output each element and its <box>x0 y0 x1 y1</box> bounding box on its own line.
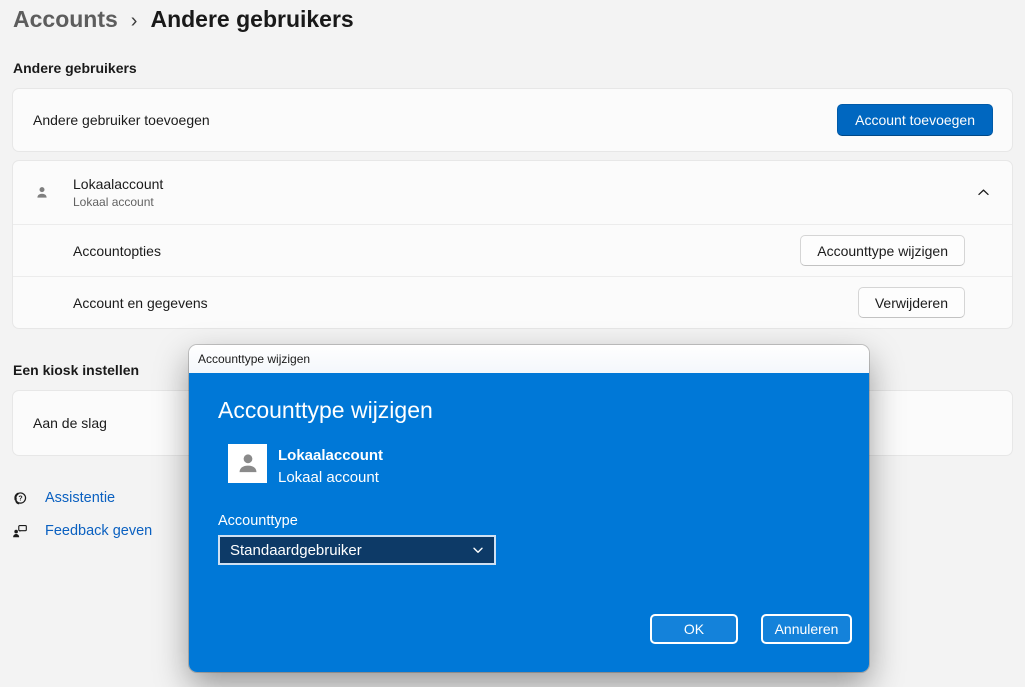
dialog-account-name: Lokaalaccount <box>278 447 384 464</box>
section-header-kiosk: Een kiosk instellen <box>13 362 140 378</box>
account-type-field-label: Accounttype <box>218 513 298 529</box>
remove-account-button[interactable]: Verwijderen <box>857 287 965 318</box>
account-data-label: Account en gegevens <box>73 294 208 311</box>
account-type-dropdown[interactable]: Standaardgebruiker <box>218 535 496 565</box>
account-name: Lokaalaccount <box>73 176 164 192</box>
svg-text:?: ? <box>18 495 22 502</box>
breadcrumb-separator-icon: › <box>130 9 138 32</box>
give-feedback-link[interactable]: Feedback geven <box>12 523 152 539</box>
avatar-person-icon <box>239 453 256 472</box>
breadcrumb-accounts[interactable]: Accounts <box>13 6 118 33</box>
account-subtitle: Lokaal account <box>73 195 154 209</box>
dialog-body: Accounttype wijzigen Lokaalaccount Lokaa… <box>189 373 869 672</box>
dialog-heading: Accounttype wijzigen <box>218 397 433 423</box>
give-feedback-label: Feedback geven <box>45 523 153 539</box>
section-header-other-users: Andere gebruikers <box>13 60 137 76</box>
dialog-avatar <box>228 444 267 483</box>
cancel-button[interactable]: Annuleren <box>761 614 852 644</box>
account-expander-header[interactable]: Lokaalaccount Lokaal account <box>13 161 1012 224</box>
feedback-icon <box>12 523 28 539</box>
account-options-label: Accountopties <box>73 242 161 259</box>
account-type-dropdown-value: Standaardgebruiker <box>230 541 362 559</box>
breadcrumb: Accounts › Andere gebruikers <box>13 6 354 33</box>
account-expander-card: Lokaalaccount Lokaal account Accountopti… <box>12 160 1013 329</box>
dialog-titlebar[interactable]: Accounttype wijzigen <box>189 345 869 373</box>
page-title: Andere gebruikers <box>150 6 354 32</box>
account-type-dialog: Accounttype wijzigen Accounttype wijzige… <box>189 345 869 672</box>
get-help-link[interactable]: ? Assistentie <box>12 490 115 506</box>
person-icon <box>34 185 50 201</box>
change-account-type-button[interactable]: Accounttype wijzigen <box>800 235 965 266</box>
kiosk-label: Aan de slag <box>33 415 107 431</box>
add-user-card: Andere gebruiker toevoegen Account toevo… <box>12 88 1013 152</box>
dialog-account-subtitle: Lokaal account <box>278 469 379 486</box>
account-options-row: Accountopties Accounttype wijzigen <box>13 224 1012 276</box>
account-summary: Lokaalaccount Lokaal account <box>73 176 163 209</box>
settings-page: Accounts › Andere gebruikers Andere gebr… <box>0 0 1025 687</box>
chevron-up-icon <box>977 186 990 199</box>
chevron-down-icon <box>472 544 484 556</box>
add-account-button[interactable]: Account toevoegen <box>837 104 993 136</box>
add-user-label: Andere gebruiker toevoegen <box>33 112 210 128</box>
help-headset-icon: ? <box>12 490 28 506</box>
ok-button[interactable]: OK <box>650 614 738 644</box>
get-help-label: Assistentie <box>45 490 116 506</box>
account-data-row: Account en gegevens Verwijderen <box>13 276 1012 328</box>
